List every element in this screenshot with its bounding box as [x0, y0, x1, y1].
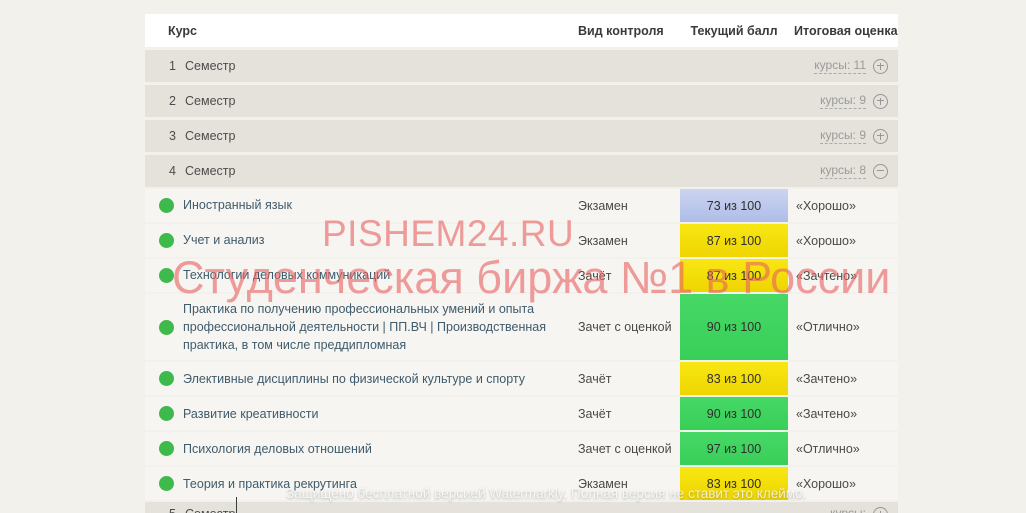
- semester-number: 2: [169, 94, 185, 108]
- table-header-row: Курс Вид контроля Текущий балл Итоговая …: [145, 14, 898, 47]
- score-cell: 97 из 100: [680, 432, 788, 465]
- courses-count-link[interactable]: курсы: 9: [820, 93, 866, 109]
- semester-row-4[interactable]: 4 Семестр курсы: 8: [145, 155, 898, 187]
- score-cell: 73 из 100: [680, 189, 788, 222]
- semester-number: 3: [169, 129, 185, 143]
- final-grade: «Хорошо»: [788, 477, 898, 491]
- semester-label: Семестр: [185, 129, 235, 143]
- semester-label: Семестр: [185, 94, 235, 108]
- courses-count-link[interactable]: курсы: 8: [820, 163, 866, 179]
- course-name-link[interactable]: Учет и анализ: [183, 231, 264, 249]
- course-row: Иностранный язык Экзамен 73 из 100 «Хоро…: [145, 189, 898, 222]
- semester-label: Семестр: [185, 507, 235, 513]
- course-cell: Психология деловых отношений: [145, 434, 578, 464]
- green-status-icon: [159, 371, 174, 386]
- header-current-score: Текущий балл: [680, 24, 788, 38]
- semester-number: 1: [169, 59, 185, 73]
- expand-semester-icon[interactable]: [873, 59, 888, 74]
- text-caret: [236, 497, 237, 513]
- semester-label: Семестр: [185, 59, 235, 73]
- semester-number: 5: [169, 507, 185, 513]
- score-cell: 87 из 100: [680, 259, 788, 292]
- course-name-link[interactable]: Элективные дисциплины по физической куль…: [183, 370, 525, 388]
- course-cell: Элективные дисциплины по физической куль…: [145, 364, 578, 394]
- course-cell: Теория и практика рекрутинга: [145, 469, 578, 499]
- green-status-icon: [159, 198, 174, 213]
- course-name-link[interactable]: Иностранный язык: [183, 196, 292, 214]
- course-row: Развитие креативности Зачёт 90 из 100 «З…: [145, 397, 898, 430]
- green-status-icon: [159, 233, 174, 248]
- control-type: Зачёт: [578, 372, 680, 386]
- course-cell: Технологии деловых коммуникаций: [145, 260, 578, 290]
- header-course: Курс: [145, 24, 578, 38]
- course-row: Элективные дисциплины по физической куль…: [145, 362, 898, 395]
- green-status-icon: [159, 406, 174, 421]
- score-cell: 90 из 100: [680, 397, 788, 430]
- semester-row-1[interactable]: 1 Семестр курсы: 11: [145, 50, 898, 82]
- semester-number: 4: [169, 164, 185, 178]
- course-name-link[interactable]: Технологии деловых коммуникаций: [183, 266, 390, 284]
- course-row: Учет и анализ Экзамен 87 из 100 «Хорошо»: [145, 224, 898, 257]
- green-status-icon: [159, 320, 174, 335]
- score-cell: 83 из 100: [680, 362, 788, 395]
- course-row: Практика по получению профессиональных у…: [145, 294, 898, 360]
- courses-count-link[interactable]: курсы: 9: [820, 128, 866, 144]
- control-type: Зачёт: [578, 269, 680, 283]
- semester-row-2[interactable]: 2 Семестр курсы: 9: [145, 85, 898, 117]
- final-grade: «Отлично»: [788, 320, 898, 334]
- course-cell: Учет и анализ: [145, 225, 578, 255]
- expand-semester-icon[interactable]: [873, 94, 888, 109]
- control-type: Экзамен: [578, 234, 680, 248]
- control-type: Зачет с оценкой: [578, 442, 680, 456]
- course-cell: Развитие креативности: [145, 399, 578, 429]
- score-cell: 83 из 100: [680, 467, 788, 500]
- green-status-icon: [159, 476, 174, 491]
- green-status-icon: [159, 268, 174, 283]
- course-cell: Практика по получению профессиональных у…: [145, 294, 578, 360]
- course-name-link[interactable]: Теория и практика рекрутинга: [183, 475, 357, 493]
- expand-semester-icon[interactable]: [873, 507, 888, 513]
- courses-count-link[interactable]: курсы: 11: [814, 58, 866, 74]
- expand-semester-icon[interactable]: [873, 129, 888, 144]
- semester-row-5-partial[interactable]: 5 Семестр курсы:: [145, 502, 898, 513]
- control-type: Зачёт: [578, 407, 680, 421]
- control-type: Экзамен: [578, 199, 680, 213]
- header-final-grade: Итоговая оценка: [788, 24, 898, 38]
- courses-count-link[interactable]: курсы:: [830, 506, 866, 513]
- gradebook-table: Курс Вид контроля Текущий балл Итоговая …: [145, 14, 898, 500]
- control-type: Зачет с оценкой: [578, 320, 680, 334]
- course-row: Технологии деловых коммуникаций Зачёт 87…: [145, 259, 898, 292]
- course-row: Теория и практика рекрутинга Экзамен 83 …: [145, 467, 898, 500]
- final-grade: «Хорошо»: [788, 234, 898, 248]
- course-name-link[interactable]: Психология деловых отношений: [183, 440, 372, 458]
- green-status-icon: [159, 441, 174, 456]
- final-grade: «Зачтено»: [788, 407, 898, 421]
- course-cell: Иностранный язык: [145, 190, 578, 220]
- score-cell: 90 из 100: [680, 294, 788, 360]
- collapse-semester-icon[interactable]: [873, 164, 888, 179]
- control-type: Экзамен: [578, 477, 680, 491]
- score-cell: 87 из 100: [680, 224, 788, 257]
- final-grade: «Зачтено»: [788, 269, 898, 283]
- course-name-link[interactable]: Практика по получению профессиональных у…: [183, 300, 564, 354]
- header-control-type: Вид контроля: [578, 24, 680, 38]
- final-grade: «Хорошо»: [788, 199, 898, 213]
- semester-row-3[interactable]: 3 Семестр курсы: 9: [145, 120, 898, 152]
- final-grade: «Зачтено»: [788, 372, 898, 386]
- course-name-link[interactable]: Развитие креативности: [183, 405, 318, 423]
- final-grade: «Отлично»: [788, 442, 898, 456]
- course-row: Психология деловых отношений Зачет с оце…: [145, 432, 898, 465]
- semester-label: Семестр: [185, 164, 235, 178]
